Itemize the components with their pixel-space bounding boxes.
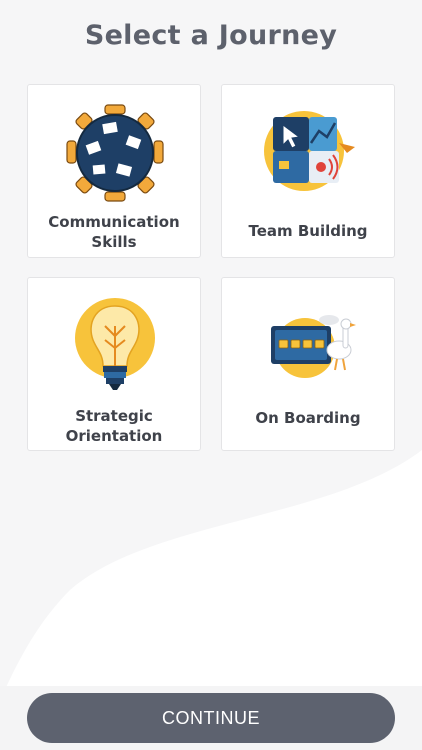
round-table-icon <box>66 104 164 202</box>
journey-label: Team Building <box>248 222 368 240</box>
light-bulb-icon <box>75 298 155 390</box>
continue-button[interactable]: CONTINUE <box>27 693 395 743</box>
journey-card-team-building[interactable]: Team Building <box>221 84 395 258</box>
page-title: Select a Journey <box>84 20 338 51</box>
journey-card-communication-skills[interactable]: Communication Skills <box>27 84 201 258</box>
journey-label: On Boarding <box>255 409 361 427</box>
journey-card-on-boarding[interactable]: On Boarding <box>221 277 395 451</box>
onboarding-board-icon <box>271 315 356 378</box>
journey-label: Strategic Orientation <box>65 407 163 445</box>
journey-grid: Communication Skills Team Building Strat… <box>27 84 395 452</box>
puzzle-pieces-icon <box>264 111 355 191</box>
journey-label: Communication Skills <box>48 213 180 251</box>
journey-card-strategic-orientation[interactable]: Strategic Orientation <box>27 277 201 451</box>
